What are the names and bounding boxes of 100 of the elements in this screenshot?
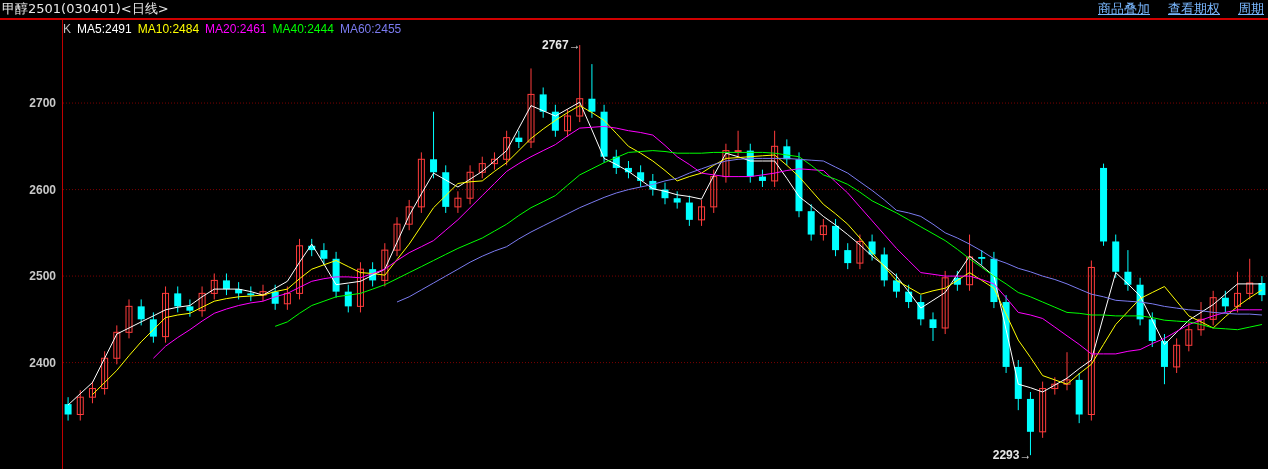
candlestick bbox=[698, 199, 706, 227]
legend-label: K bbox=[63, 22, 71, 36]
candlestick bbox=[198, 285, 206, 318]
y-axis-label: 2400 bbox=[29, 355, 56, 370]
legend-label: MA60:2455 bbox=[339, 22, 402, 36]
candlestick bbox=[819, 218, 827, 242]
candlestick bbox=[1039, 381, 1047, 439]
candlestick bbox=[137, 298, 145, 326]
candlestick bbox=[210, 273, 218, 300]
candlestick bbox=[308, 238, 316, 257]
candlestick bbox=[430, 111, 438, 179]
candlestick bbox=[746, 143, 754, 184]
candlestick bbox=[125, 298, 133, 339]
candlestick bbox=[929, 311, 937, 342]
candlestick bbox=[405, 199, 413, 231]
candlestick bbox=[758, 169, 766, 188]
candlestick bbox=[771, 130, 779, 188]
candlestick bbox=[1124, 249, 1132, 292]
candlestick bbox=[624, 160, 632, 179]
y-axis-label: 2600 bbox=[29, 182, 56, 197]
candlestick bbox=[466, 164, 474, 205]
candlestick bbox=[149, 311, 157, 344]
candlestick bbox=[235, 281, 243, 300]
candlestick bbox=[1051, 376, 1059, 396]
candlestick bbox=[320, 242, 328, 266]
legend-label: MA5:2491 bbox=[77, 22, 132, 36]
candlestick bbox=[917, 294, 925, 326]
candlestick bbox=[503, 130, 511, 166]
candlestick bbox=[393, 216, 401, 257]
candlestick bbox=[356, 261, 364, 313]
candlestick bbox=[1148, 311, 1156, 348]
candlestick bbox=[783, 138, 791, 166]
candlestick bbox=[1197, 301, 1205, 337]
candlestick bbox=[174, 285, 182, 313]
candlestick bbox=[381, 242, 389, 287]
candlestick bbox=[1075, 372, 1083, 424]
candlestick bbox=[1221, 290, 1229, 313]
header-link[interactable]: 周期 bbox=[1238, 0, 1264, 18]
candlestick bbox=[1063, 351, 1071, 391]
candlestick bbox=[478, 156, 486, 179]
candlestick bbox=[978, 249, 986, 266]
candlestick bbox=[539, 87, 547, 119]
candlestick bbox=[344, 284, 352, 313]
candlestick bbox=[490, 151, 498, 171]
candlestick bbox=[637, 164, 645, 188]
candlestick bbox=[722, 143, 730, 184]
candlestick bbox=[1014, 359, 1022, 411]
candlestick bbox=[564, 108, 572, 138]
candlestick bbox=[1185, 322, 1193, 352]
candlestick bbox=[332, 251, 340, 299]
candlestick bbox=[1160, 333, 1168, 385]
candlestick bbox=[795, 151, 803, 218]
candlestick bbox=[710, 169, 718, 214]
candlestick bbox=[661, 182, 669, 205]
candlestick bbox=[222, 273, 230, 296]
candlestick bbox=[454, 190, 462, 214]
candlestick bbox=[807, 203, 815, 242]
candlestick bbox=[856, 234, 864, 270]
header-link[interactable]: 查看期权 bbox=[1168, 0, 1220, 18]
candlestick bbox=[113, 324, 121, 365]
candlestick bbox=[953, 270, 961, 292]
price-annotation: 2767→ bbox=[542, 38, 581, 53]
candlestick bbox=[673, 190, 681, 210]
candlestick bbox=[892, 273, 900, 299]
candlestick bbox=[880, 247, 888, 287]
candlestick bbox=[1136, 277, 1144, 326]
candlestick bbox=[296, 238, 304, 300]
candlestick bbox=[905, 284, 913, 309]
candlestick bbox=[966, 234, 974, 292]
candlestick bbox=[88, 381, 96, 404]
candlestick bbox=[515, 130, 523, 149]
price-annotation: 2293→ bbox=[992, 448, 1032, 463]
candlestick bbox=[247, 285, 255, 302]
chart-title: 甲醇2501(030401)<日线> bbox=[2, 0, 169, 18]
legend-label: MA20:2461 bbox=[205, 22, 267, 36]
y-axis-label: 2700 bbox=[29, 96, 56, 111]
candlestick bbox=[1234, 271, 1242, 313]
candlestick bbox=[588, 63, 596, 119]
candlestick bbox=[101, 350, 109, 396]
candlestick bbox=[417, 151, 425, 214]
candlestick bbox=[734, 130, 742, 158]
candlestick bbox=[868, 234, 876, 261]
candlestick bbox=[600, 104, 608, 164]
candlestick bbox=[271, 284, 279, 311]
candlestick bbox=[162, 285, 170, 344]
candlestick bbox=[1173, 337, 1181, 374]
y-axis-label: 2500 bbox=[29, 269, 56, 284]
candlestick bbox=[259, 284, 267, 302]
candlestick bbox=[442, 164, 450, 214]
candlestick bbox=[283, 285, 291, 311]
candlestick bbox=[1258, 275, 1266, 302]
candlestick bbox=[551, 104, 559, 138]
candlestick bbox=[1112, 234, 1120, 279]
candlestick bbox=[76, 389, 84, 422]
candlestick bbox=[1209, 290, 1217, 326]
header-link[interactable]: 商品叠加 bbox=[1098, 0, 1150, 18]
candlestick bbox=[990, 251, 998, 309]
candlestick bbox=[612, 149, 620, 175]
legend-label: MA10:2484 bbox=[137, 22, 200, 36]
candlestick bbox=[649, 173, 657, 197]
